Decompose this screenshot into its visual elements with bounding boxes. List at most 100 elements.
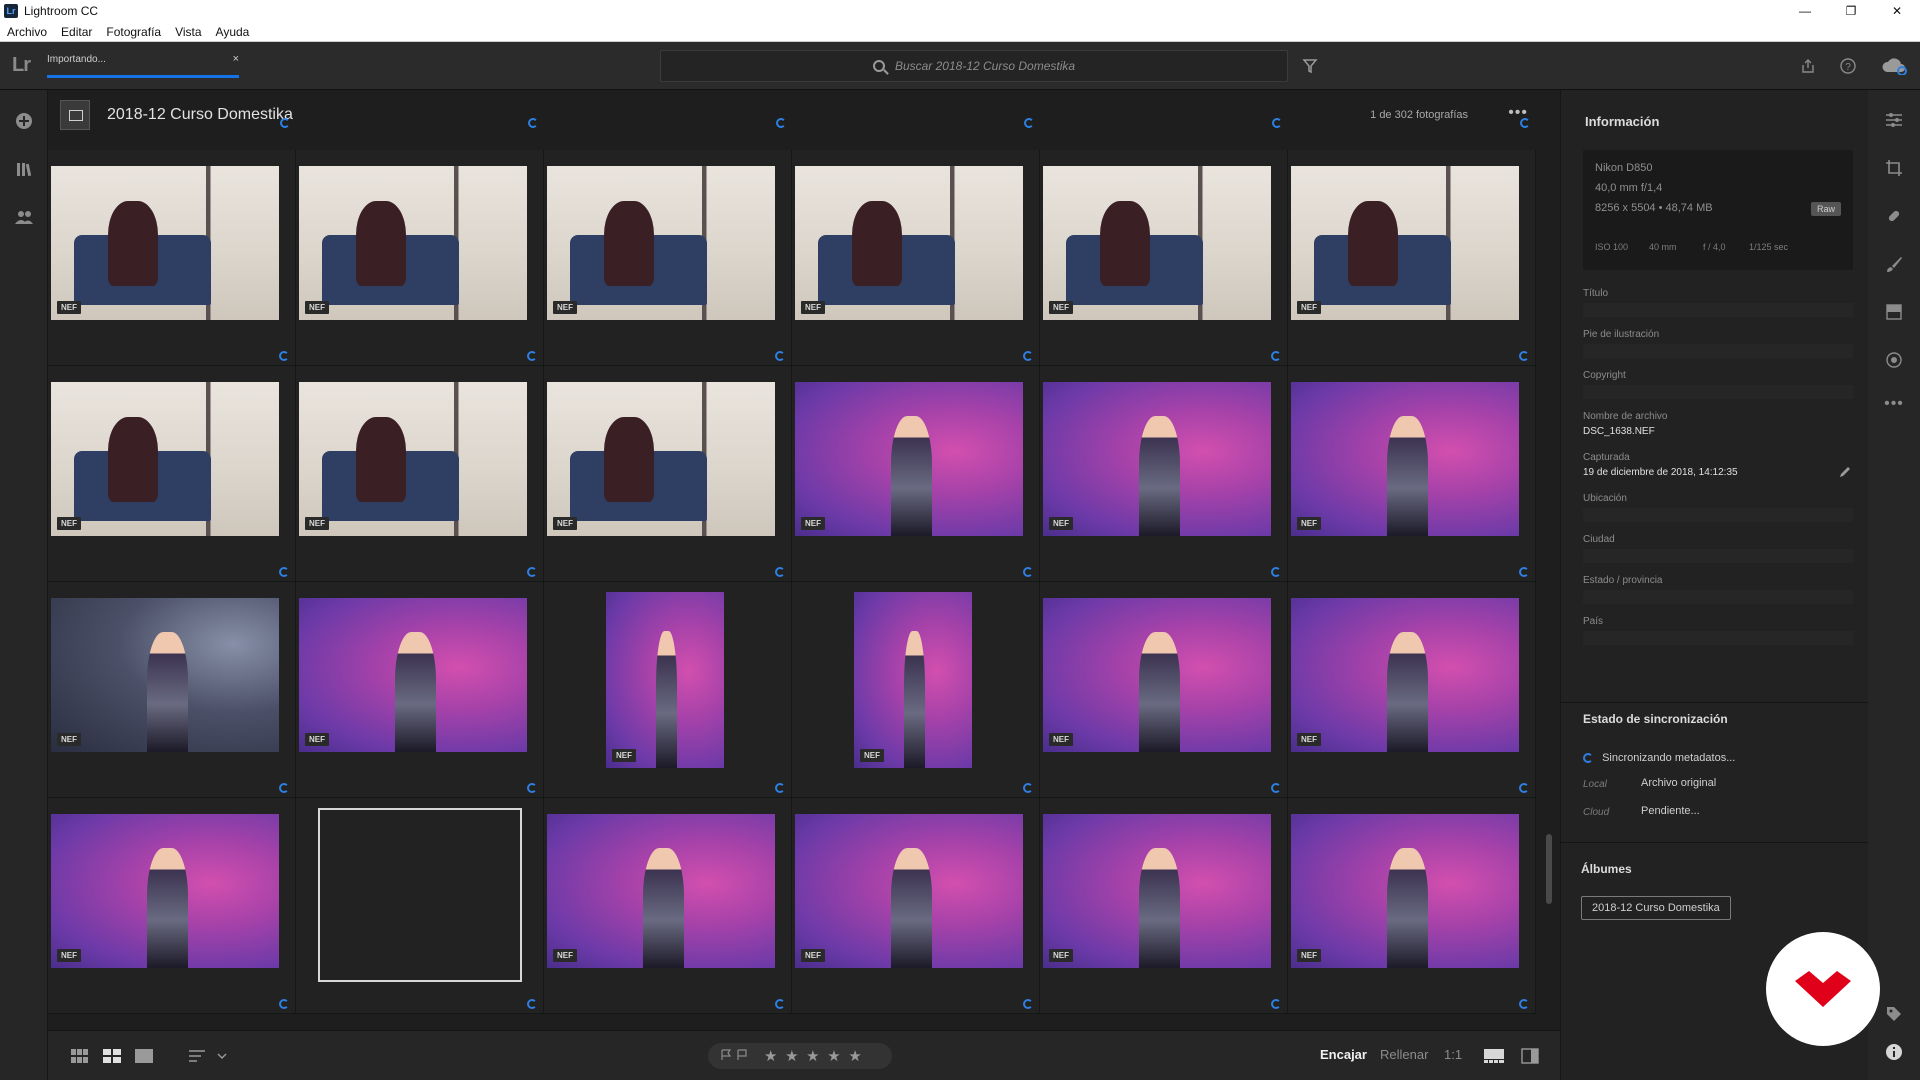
photo-thumbnail[interactable]: NEF — [1043, 814, 1271, 968]
flag-icons[interactable] — [720, 1048, 750, 1064]
field-input[interactable] — [1583, 549, 1853, 563]
sort-icon[interactable] — [188, 1047, 208, 1065]
photo-cell[interactable]: NEF — [544, 150, 792, 366]
photo-cell[interactable]: NEF — [296, 366, 544, 582]
linear-gradient-icon[interactable] — [1884, 302, 1904, 322]
photo-cell[interactable]: NEF — [1040, 150, 1288, 366]
album-chip[interactable]: 2018-12 Curso Domestika — [1581, 896, 1731, 920]
cancel-import-button[interactable]: × — [233, 53, 239, 65]
field-value[interactable]: DSC_1638.NEF — [1583, 426, 1655, 437]
compare-view-icon[interactable] — [1520, 1047, 1540, 1065]
search-input[interactable]: Buscar 2018-12 Curso Domestika — [660, 50, 1288, 82]
star-rating[interactable]: ★ ★ ★ ★ ★ — [764, 1047, 866, 1065]
menu-archivo[interactable]: Archivo — [0, 25, 54, 39]
selected-placeholder[interactable] — [318, 808, 522, 982]
menu-fotografia[interactable]: Fotografía — [99, 25, 168, 39]
star-icon[interactable]: ★ — [764, 1048, 777, 1065]
field-input[interactable] — [1583, 631, 1853, 645]
crop-icon[interactable] — [1884, 158, 1904, 178]
photo-thumbnail[interactable]: NEF — [1043, 598, 1271, 752]
photo-thumbnail[interactable]: NEF — [606, 592, 724, 768]
photo-cell[interactable]: NEF — [792, 366, 1040, 582]
photo-thumbnail[interactable]: NEF — [795, 166, 1023, 320]
photo-thumbnail[interactable]: NEF — [854, 592, 972, 768]
photo-cell[interactable]: NEF — [1040, 366, 1288, 582]
field-input[interactable] — [1583, 385, 1853, 399]
photo-thumbnail[interactable]: NEF — [1291, 598, 1519, 752]
photo-cell[interactable] — [296, 798, 544, 1014]
radial-gradient-icon[interactable] — [1884, 350, 1904, 370]
filmstrip-icon[interactable] — [1484, 1047, 1504, 1065]
photo-cell[interactable]: NEF — [544, 798, 792, 1014]
photo-thumbnail[interactable]: NEF — [299, 166, 527, 320]
sort-chevron-down-icon[interactable] — [212, 1047, 232, 1065]
photo-cell[interactable]: NEF — [544, 366, 792, 582]
field-input[interactable] — [1583, 344, 1853, 358]
photo-thumbnail[interactable]: NEF — [795, 382, 1023, 536]
people-icon[interactable] — [13, 206, 35, 228]
photo-cell[interactable]: NEF — [48, 150, 296, 366]
photo-thumbnail[interactable]: NEF — [1043, 166, 1271, 320]
photo-cell[interactable]: NEF — [296, 150, 544, 366]
photo-cell[interactable]: NEF — [1288, 798, 1536, 1014]
photo-cell[interactable]: NEF — [1288, 366, 1536, 582]
one-to-one-button[interactable]: 1:1 — [1444, 1047, 1462, 1062]
photo-thumbnail[interactable]: NEF — [299, 598, 527, 752]
photo-thumbnail[interactable]: NEF — [547, 382, 775, 536]
photo-cell[interactable]: NEF — [48, 366, 296, 582]
photo-thumbnail[interactable]: NEF — [1291, 814, 1519, 968]
add-photos-icon[interactable] — [13, 110, 35, 132]
star-icon[interactable]: ★ — [848, 1048, 861, 1065]
photo-cell[interactable]: NEF — [1040, 798, 1288, 1014]
photo-thumbnail[interactable]: NEF — [1043, 382, 1271, 536]
photo-cell[interactable]: NEF — [1288, 582, 1536, 798]
photo-thumbnail[interactable]: NEF — [1291, 382, 1519, 536]
photo-thumbnail[interactable]: NEF — [51, 166, 279, 320]
fit-button[interactable]: Encajar — [1320, 1047, 1367, 1062]
filter-icon[interactable] — [1302, 58, 1318, 74]
minimize-button[interactable]: — — [1782, 0, 1828, 22]
photo-cell[interactable]: NEF — [1040, 582, 1288, 798]
fill-button[interactable]: Rellenar — [1380, 1047, 1428, 1062]
photo-thumbnail[interactable]: NEF — [51, 814, 279, 968]
restore-button[interactable]: ❐ — [1828, 0, 1874, 22]
field-value[interactable]: 19 de diciembre de 2018, 14:12:35 — [1583, 467, 1738, 478]
photo-thumbnail[interactable]: NEF — [547, 814, 775, 968]
star-icon[interactable]: ★ — [785, 1048, 798, 1065]
close-button[interactable]: ✕ — [1874, 0, 1920, 22]
photo-grid-icon[interactable] — [102, 1047, 122, 1065]
photo-thumbnail[interactable]: NEF — [1291, 166, 1519, 320]
grid-scrollbar[interactable] — [1546, 834, 1552, 904]
healing-brush-icon[interactable] — [1884, 206, 1904, 226]
detail-view-icon[interactable] — [134, 1047, 154, 1065]
photo-cell[interactable]: NEF — [48, 798, 296, 1014]
star-icon[interactable]: ★ — [827, 1048, 840, 1065]
help-icon[interactable]: ? — [1838, 56, 1858, 76]
more-tools-icon[interactable]: ••• — [1884, 394, 1904, 414]
photo-thumbnail[interactable]: NEF — [51, 598, 279, 752]
library-icon[interactable] — [13, 158, 35, 180]
field-input[interactable] — [1583, 590, 1853, 604]
info-icon[interactable] — [1884, 1042, 1904, 1062]
photo-cell[interactable]: NEF — [1288, 150, 1536, 366]
photo-cell[interactable]: NEF — [792, 798, 1040, 1014]
photo-cell[interactable]: NEF — [48, 582, 296, 798]
photo-cell[interactable]: NEF — [792, 150, 1040, 366]
photo-thumbnail[interactable]: NEF — [51, 382, 279, 536]
star-icon[interactable]: ★ — [806, 1048, 819, 1065]
edit-date-icon[interactable] — [1839, 465, 1851, 477]
cloud-sync-icon[interactable] — [1880, 56, 1908, 76]
photo-thumbnail[interactable]: NEF — [299, 382, 527, 536]
photo-thumbnail[interactable]: NEF — [795, 814, 1023, 968]
menu-ayuda[interactable]: Ayuda — [209, 25, 257, 39]
brush-icon[interactable] — [1884, 254, 1904, 274]
square-grid-icon[interactable] — [70, 1047, 90, 1065]
field-input[interactable] — [1583, 508, 1853, 522]
menu-vista[interactable]: Vista — [168, 25, 208, 39]
tag-icon[interactable] — [1884, 1004, 1904, 1024]
share-icon[interactable] — [1798, 56, 1818, 76]
photo-cell[interactable]: NEF — [792, 582, 1040, 798]
menu-editar[interactable]: Editar — [54, 25, 99, 39]
field-input[interactable] — [1583, 303, 1853, 317]
edit-sliders-icon[interactable] — [1884, 110, 1904, 130]
